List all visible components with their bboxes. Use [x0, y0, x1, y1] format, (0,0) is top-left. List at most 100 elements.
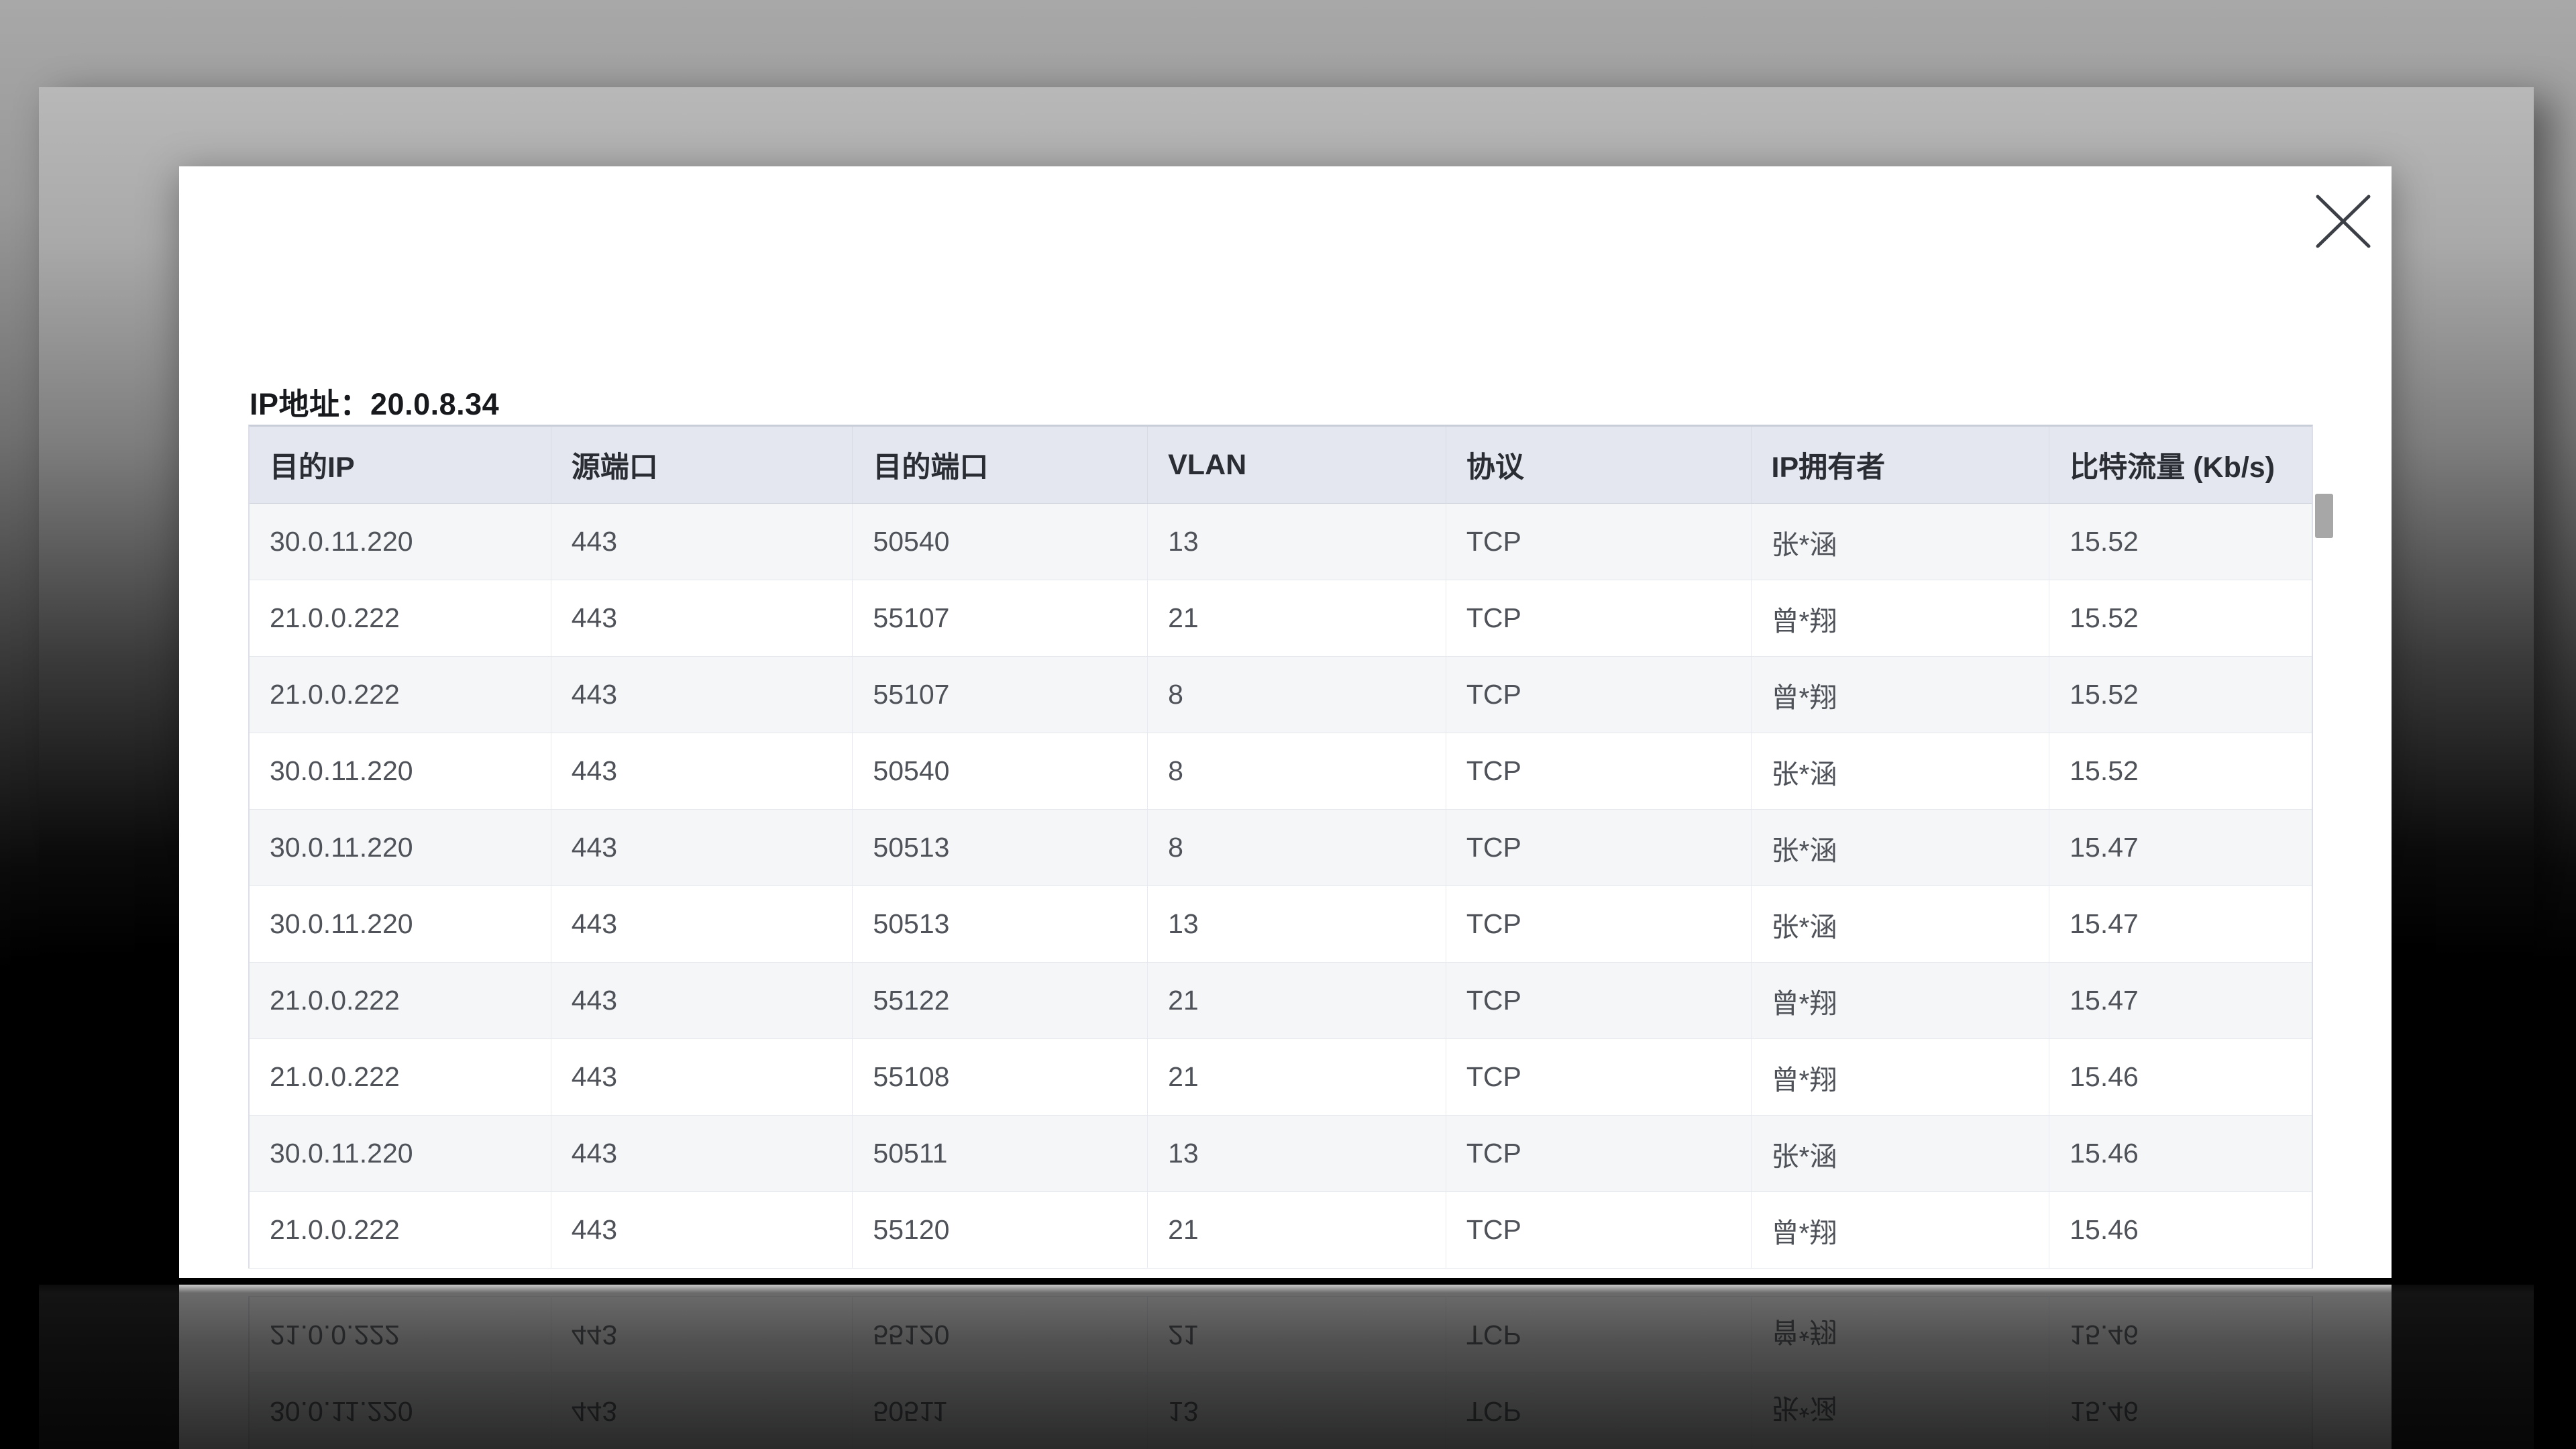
table-cell: TCP — [1446, 1373, 1752, 1449]
table-cell: 21.0.0.222 — [250, 1192, 551, 1268]
table-cell: 曾*翔 — [1752, 580, 2050, 656]
table-row: 21.0.0.2224435510721TCP曾*翔15.52 — [250, 580, 2312, 657]
table-cell: 张*涵 — [1752, 733, 2050, 809]
table-cell: 50540 — [853, 733, 1148, 809]
table-cell: 21.0.0.222 — [250, 963, 551, 1038]
table-row: 21.0.0.2224435510821TCP曾*翔15.46 — [250, 1039, 2312, 1116]
table-cell: 55122 — [853, 963, 1148, 1038]
table-cell: 21.0.0.222 — [250, 1039, 551, 1115]
table-cell: 30.0.11.220 — [250, 1373, 551, 1449]
table-cell: TCP — [1446, 1297, 1752, 1373]
table-cell: 15.52 — [2049, 657, 2312, 733]
table-row: 30.0.11.2204435051113TCP张*涵15.46 — [250, 1116, 2312, 1192]
table-cell: 30.0.11.220 — [250, 886, 551, 962]
table-cell: 50513 — [853, 810, 1148, 885]
table-row: 30.0.11.2204435051313TCP张*涵15.47 — [250, 886, 2312, 963]
table-row: 30.0.11.220443505138TCP张*涵15.47 — [250, 810, 2312, 886]
table-cell: 张*涵 — [1752, 886, 2050, 962]
table-cell: 443 — [551, 1373, 853, 1449]
table-row: 30.0.11.220443505408TCP张*涵15.52 — [250, 733, 2312, 810]
column-header: 比特流量 (Kb/s) — [2049, 427, 2312, 503]
table-cell: 443 — [551, 810, 853, 885]
table-cell: 曾*翔 — [1752, 1297, 2050, 1373]
table-row: 21.0.0.2224435512221TCP曾*翔15.47 — [250, 963, 2312, 1039]
column-header: 目的端口 — [853, 427, 1148, 503]
table-cell: 443 — [551, 886, 853, 962]
table-row: 30.0.11.2204435054013TCP张*涵15.52 — [250, 504, 2312, 580]
table-row: 21.0.0.2224435512021TCP曾*翔15.46 — [250, 1192, 2312, 1269]
table-cell: TCP — [1446, 886, 1752, 962]
table-body: 30.0.11.2204435054013TCP张*涵15.5221.0.0.2… — [250, 504, 2312, 1269]
vertical-scrollbar-thumb[interactable] — [2315, 494, 2333, 538]
table-cell: 张*涵 — [1752, 810, 2050, 885]
table-cell: 443 — [551, 733, 853, 809]
table-cell: 55107 — [853, 580, 1148, 656]
table-cell: 50511 — [853, 1373, 1148, 1449]
table-cell: 曾*翔 — [1752, 657, 2050, 733]
ip-address-value: 20.0.8.34 — [370, 387, 499, 421]
column-header: 源端口 — [551, 427, 853, 503]
column-header: IP拥有者 — [1752, 427, 2050, 503]
column-header: 目的IP — [250, 427, 551, 503]
table-row: 30.0.11.2204435051113TCP张*涵15.46 — [250, 1373, 2312, 1449]
table-cell: 443 — [551, 657, 853, 733]
table-cell: TCP — [1446, 1039, 1752, 1115]
table-cell: 443 — [551, 963, 853, 1038]
table-cell: 曾*翔 — [1752, 1039, 2050, 1115]
table-cell: 55120 — [853, 1297, 1148, 1373]
close-button[interactable] — [2311, 191, 2375, 252]
table-cell: 50540 — [853, 504, 1148, 580]
table-cell: 张*涵 — [1752, 1116, 2050, 1191]
table-cell: 15.52 — [2049, 580, 2312, 656]
table-cell: 张*涵 — [1752, 504, 2050, 580]
table-cell: 443 — [551, 580, 853, 656]
table-cell: 13 — [1148, 886, 1446, 962]
session-details-dialog: 会话详情 IP地址：20.0.8.34 目的IP源端口目的端口VLAN协议IP拥… — [179, 166, 2392, 1278]
table-cell: TCP — [1446, 580, 1752, 656]
reflection-table-rows: 30.0.11.2204435051113TCP张*涵15.4621.0.0.2… — [248, 1296, 2313, 1449]
table-row: 21.0.0.2224435512021TCP曾*翔15.46 — [250, 1296, 2312, 1373]
table-cell: 曾*翔 — [1752, 963, 2050, 1038]
modal-backdrop[interactable]: 会话详情 IP地址：20.0.8.34 目的IP源端口目的端口VLAN协议IP拥… — [39, 87, 2534, 1281]
table-cell: 15.47 — [2049, 810, 2312, 885]
table-cell: 50513 — [853, 886, 1148, 962]
table-cell: 15.46 — [2049, 1116, 2312, 1191]
table-cell: 21.0.0.222 — [250, 1297, 551, 1373]
table-cell: 443 — [551, 1192, 853, 1268]
table-cell: 21 — [1148, 1039, 1446, 1115]
table-cell: TCP — [1446, 1192, 1752, 1268]
table-cell: 13 — [1148, 504, 1446, 580]
table-cell: 21.0.0.222 — [250, 657, 551, 733]
table-cell: 8 — [1148, 657, 1446, 733]
session-table: 目的IP源端口目的端口VLAN协议IP拥有者比特流量 (Kb/s) 30.0.1… — [248, 425, 2336, 1269]
table-cell: 15.52 — [2049, 733, 2312, 809]
desktop-background: 会话详情 IP地址：20.0.8.34 目的IP源端口目的端口VLAN协议IP拥… — [0, 0, 2576, 1449]
table-cell: 21 — [1148, 963, 1446, 1038]
table-header-row: 目的IP源端口目的端口VLAN协议IP拥有者比特流量 (Kb/s) — [250, 427, 2312, 504]
table-cell: TCP — [1446, 657, 1752, 733]
table-cell: TCP — [1446, 1116, 1752, 1191]
table-cell: 21 — [1148, 1297, 1446, 1373]
table-cell: 曾*翔 — [1752, 1192, 2050, 1268]
ip-address-line: IP地址：20.0.8.34 — [250, 380, 499, 423]
table-cell: 21 — [1148, 1192, 1446, 1268]
table-cell: TCP — [1446, 504, 1752, 580]
table-cell: 15.46 — [2049, 1373, 2312, 1449]
ip-address-label: IP地址： — [250, 387, 370, 421]
table-cell: 15.52 — [2049, 504, 2312, 580]
table-cell: TCP — [1446, 733, 1752, 809]
close-icon — [2314, 193, 2373, 250]
table-cell: TCP — [1446, 963, 1752, 1038]
table-cell: 443 — [551, 1116, 853, 1191]
table-cell: 8 — [1148, 733, 1446, 809]
column-header: 协议 — [1446, 427, 1752, 503]
table-cell: 443 — [551, 1039, 853, 1115]
table-cell: 15.46 — [2049, 1039, 2312, 1115]
table-cell: 13 — [1148, 1373, 1446, 1449]
reflection-shade — [39, 1285, 2534, 1449]
table-cell: 15.46 — [2049, 1297, 2312, 1373]
table-cell: 30.0.11.220 — [250, 504, 551, 580]
table-cell: TCP — [1446, 810, 1752, 885]
table-cell: 张*涵 — [1752, 1373, 2050, 1449]
column-header: VLAN — [1148, 427, 1446, 503]
